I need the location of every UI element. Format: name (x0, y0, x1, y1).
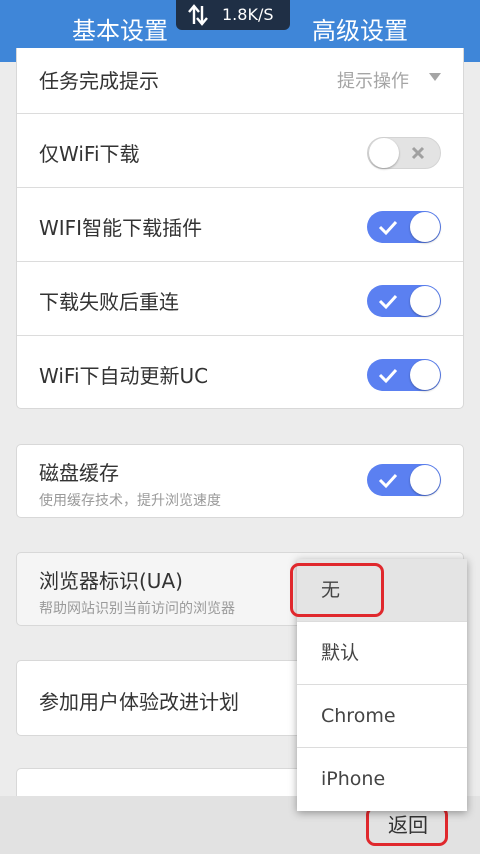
retry-on-fail-toggle[interactable] (367, 285, 441, 317)
task-complete-row[interactable]: 任务完成提示 提示操作 (17, 48, 463, 114)
toggle-knob (369, 138, 399, 168)
wifi-smart-plugin-label: WIFI智能下载插件 (39, 216, 203, 240)
ua-option-iphone[interactable]: iPhone (297, 748, 467, 811)
wifi-only-toggle[interactable] (367, 137, 441, 169)
wifi-only-row: 仅WiFi下载 (17, 114, 463, 188)
task-complete-label: 任务完成提示 (39, 69, 159, 93)
ua-label: 浏览器标识(UA) (39, 569, 183, 593)
back-button-highlight (366, 806, 448, 846)
wifi-auto-update-row: WiFi下自动更新UC (17, 336, 463, 408)
ua-option-chrome[interactable]: Chrome (297, 685, 467, 748)
wifi-smart-plugin-toggle[interactable] (367, 211, 441, 243)
disk-cache-row: 磁盘缓存 使用缓存技术，提升浏览速度 (17, 445, 463, 517)
check-icon (378, 368, 398, 384)
ux-plan-label: 参加用户体验改进计划 (39, 690, 239, 714)
retry-on-fail-label: 下载失败后重连 (39, 290, 179, 314)
wifi-smart-plugin-row: WIFI智能下载插件 (17, 188, 463, 262)
task-complete-value[interactable]: 提示操作 (337, 67, 409, 93)
check-icon (378, 473, 398, 489)
check-icon (378, 294, 398, 310)
wifi-auto-update-toggle[interactable] (367, 359, 441, 391)
transfer-arrows-icon (188, 4, 208, 26)
disk-cache-description: 使用缓存技术，提升浏览速度 (39, 493, 221, 509)
toggle-knob (410, 465, 440, 495)
ua-option-highlight (290, 563, 384, 617)
network-speed-text: 1.8K/S (222, 5, 274, 24)
disk-cache-label: 磁盘缓存 (39, 461, 119, 485)
ua-option-default[interactable]: 默认 (297, 622, 467, 685)
toggle-knob (410, 212, 440, 242)
disk-cache-card: 磁盘缓存 使用缓存技术，提升浏览速度 (16, 444, 464, 518)
retry-on-fail-row: 下载失败后重连 (17, 262, 463, 336)
dropdown-caret-icon (429, 73, 441, 81)
download-settings-card: 任务完成提示 提示操作 仅WiFi下载 WIFI智能下载插件 下载失败后重连 W… (16, 48, 464, 409)
check-icon (378, 220, 398, 236)
toggle-knob (410, 360, 440, 390)
wifi-auto-update-label: WiFi下自动更新UC (39, 364, 209, 388)
toggle-knob (410, 286, 440, 316)
network-speed-badge: 1.8K/S (176, 0, 290, 30)
wifi-only-label: 仅WiFi下载 (39, 142, 140, 166)
x-icon (411, 146, 425, 160)
disk-cache-toggle[interactable] (367, 464, 441, 496)
ua-description: 帮助网站识别当前访问的浏览器 (39, 601, 235, 617)
